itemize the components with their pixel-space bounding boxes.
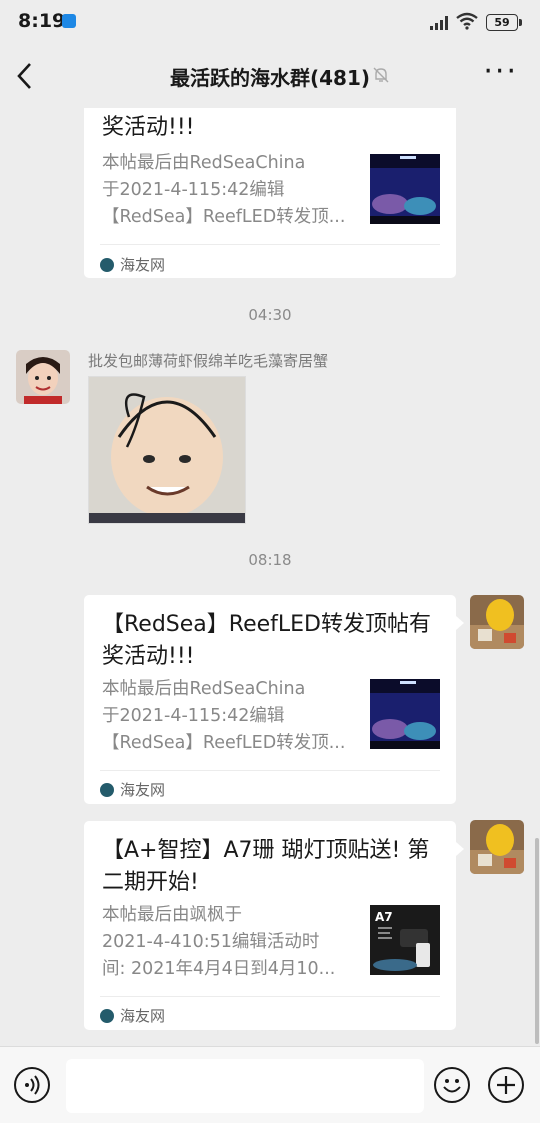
link-card-description: 本帖最后由RedSeaChina 于2021-4-115:42编辑 【RedSe… — [102, 679, 346, 753]
bubble-tail — [456, 616, 464, 630]
link-card-thumbnail — [370, 154, 440, 224]
link-card-divider — [100, 244, 440, 245]
link-card-title: 【A+智控】A7珊 瑚灯顶贴送! 第二期开始! — [102, 838, 430, 895]
message-input[interactable] — [66, 1059, 424, 1113]
my-avatar[interactable] — [470, 820, 524, 874]
input-bar — [0, 1046, 540, 1123]
plus-icon[interactable] — [488, 1067, 524, 1103]
chat-title[interactable]: 最活跃的海水群(481) — [0, 62, 540, 91]
link-card-divider — [100, 770, 440, 771]
link-card-2[interactable]: 【RedSea】ReefLED转发顶帖有奖活动!!! 本帖最后由RedSeaCh… — [84, 595, 456, 804]
message-list[interactable]: 奖活动!!! 本帖最后由RedSeaChina 于2021-4-115:42编辑… — [0, 108, 540, 1046]
link-card-title: 【RedSea】ReefLED转发顶帖有奖活动!!! — [102, 612, 431, 669]
link-card-divider — [100, 996, 440, 997]
link-card-description: 本帖最后由RedSeaChina 于2021-4-115:42编辑 【RedSe… — [102, 153, 346, 227]
link-card-1[interactable]: 奖活动!!! 本帖最后由RedSeaChina 于2021-4-115:42编辑… — [84, 108, 456, 278]
link-card-thumbnail — [370, 679, 440, 749]
voice-icon[interactable] — [14, 1067, 50, 1103]
status-time: 8:19 — [18, 10, 66, 32]
link-card-title: 奖活动!!! — [102, 115, 195, 140]
wifi-icon — [456, 12, 478, 30]
bubble-tail — [456, 842, 464, 856]
my-avatar[interactable] — [470, 595, 524, 649]
app-notification-icon — [62, 14, 76, 28]
more-icon[interactable]: ··· — [483, 54, 518, 89]
chat-header: 最活跃的海水群(481) ··· — [0, 44, 540, 108]
source-logo-icon — [100, 1009, 114, 1023]
link-card-description: 本帖最后由飒枫于 2021-4-410:51编辑活动时 间: 2021年4月4日… — [102, 905, 336, 979]
link-card-source: 海友网 — [100, 779, 165, 800]
timestamp: 08:18 — [248, 551, 292, 569]
svg-text:A7: A7 — [375, 910, 393, 924]
sender-name: 批发包邮薄荷虾假绵羊吃毛藻寄居蟹 — [88, 352, 329, 370]
link-card-source: 海友网 — [100, 254, 165, 275]
sticker-image[interactable] — [88, 376, 246, 524]
emoji-icon[interactable] — [434, 1067, 470, 1103]
source-logo-icon — [100, 258, 114, 272]
battery-indicator: 59 — [486, 14, 522, 31]
status-bar: 8:19 59 — [0, 0, 540, 44]
timestamp: 04:30 — [248, 306, 292, 324]
source-logo-icon — [100, 783, 114, 797]
link-card-3[interactable]: 【A+智控】A7珊 瑚灯顶贴送! 第二期开始! 本帖最后由飒枫于 2021-4-… — [84, 821, 456, 1030]
signal-icon — [430, 16, 448, 30]
link-card-source: 海友网 — [100, 1005, 165, 1026]
scrollbar[interactable] — [535, 838, 539, 1044]
link-card-thumbnail: A7 — [370, 905, 440, 975]
sender-avatar[interactable] — [16, 350, 70, 404]
bell-off-icon — [373, 67, 389, 83]
